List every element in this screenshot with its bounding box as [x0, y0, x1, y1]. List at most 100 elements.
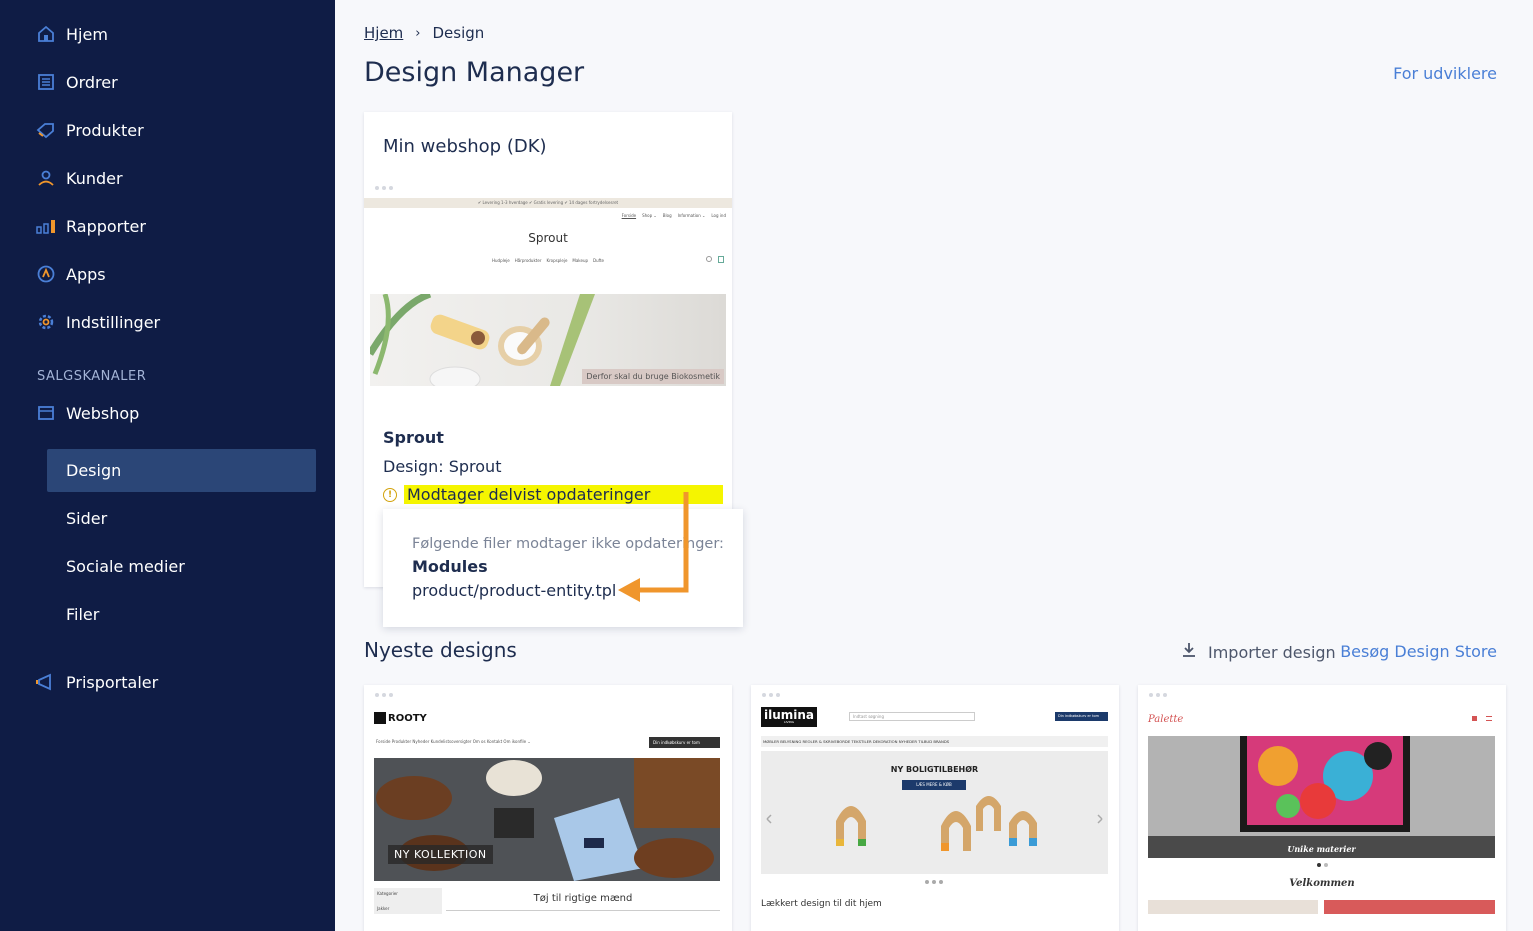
store-icon — [36, 403, 56, 423]
sidebar-item-label: Apps — [66, 264, 106, 284]
breadcrumb: Hjem › Design — [364, 24, 484, 42]
sidebar-item-label: Hjem — [66, 24, 108, 44]
section-label-salgskanaler: SALGSKANALER — [37, 369, 147, 384]
rooty-badge: NY KOLLEKTION — [388, 845, 493, 864]
tag-icon — [36, 120, 56, 140]
rooty-nav: Forside Produkter Nyheder Kundelistsover… — [376, 739, 531, 744]
sidebar-item-produkter[interactable]: Produkter — [36, 115, 144, 145]
design-label: Design: Sprout — [383, 457, 502, 476]
sidebar-item-rapporter[interactable]: Rapporter — [36, 211, 146, 241]
sidebar-item-kunder[interactable]: Kunder — [36, 163, 123, 193]
import-design-label: Importer design — [1208, 642, 1336, 662]
rooty-sidebar-head: Kategorier — [377, 891, 398, 896]
carousel-dots — [1317, 863, 1328, 867]
shop-title: Min webshop (DK) — [383, 136, 547, 157]
palette-menu-icon — [1486, 716, 1492, 721]
preview-banner: Derfor skal du bruge Biokosmetik — [370, 294, 726, 386]
design-store-link[interactable]: Besøg Design Store — [1340, 642, 1497, 661]
sidebar-subitem-design[interactable]: Design — [47, 449, 316, 492]
preview-nav-item: Forside — [621, 213, 637, 218]
breadcrumb-separator: › — [415, 25, 421, 41]
preview-nav-item: Log ind — [711, 213, 726, 218]
preview-nav-item: Information ⌄ — [677, 213, 706, 218]
home-icon — [36, 24, 56, 44]
apps-icon — [36, 264, 56, 284]
rooty-logo-mark — [374, 712, 386, 724]
breadcrumb-current: Design — [432, 24, 485, 42]
breadcrumb-home-link[interactable]: Hjem — [364, 24, 403, 42]
chart-icon — [36, 216, 56, 236]
sidebar-item-label: Webshop — [66, 403, 140, 423]
megaphone-icon — [36, 672, 56, 692]
sidebar-item-label: Rapporter — [66, 216, 146, 236]
sidebar-item-apps[interactable]: Apps — [36, 259, 106, 289]
ilumina-tagline: Lækkert design til dit hjem — [761, 899, 882, 909]
preview-logo: Sprout — [528, 231, 568, 245]
window-dots — [762, 693, 780, 697]
design-preview[interactable]: ✔ Levering 1-3 hverdage ✔ Gratis leverin… — [364, 180, 732, 400]
preview-category: Hårprodukter — [514, 258, 542, 263]
annotation-arrow — [618, 492, 689, 602]
rooty-sidebar-item: Jakker — [377, 906, 390, 911]
preview-search-icon — [706, 256, 712, 262]
gear-icon — [36, 312, 56, 332]
design-thumb-palette[interactable]: Palette Unike materier Velkommen — [1138, 685, 1506, 931]
for-udviklere-link[interactable]: For udviklere — [1393, 64, 1497, 83]
sidebar-item-indstillinger[interactable]: Indstillinger — [36, 307, 160, 337]
preview-bag-icon — [718, 256, 724, 263]
preview-category: Kropspleje — [546, 258, 568, 263]
preview-category: Dufte — [593, 258, 605, 263]
sidebar: Hjem Ordrer Produkter Kunder Rapporter A… — [0, 0, 335, 931]
rooty-hero: NY KOLLEKTION — [374, 758, 720, 881]
theme-name: Sprout — [383, 428, 444, 447]
page-title: Design Manager — [364, 57, 585, 88]
banner-caption: Derfor skal du bruge Biokosmetik — [582, 369, 724, 384]
sidebar-subitem-sociale-medier[interactable]: Sociale medier — [47, 545, 316, 588]
ilumina-logo: ilumina LIVING — [761, 707, 817, 727]
sidebar-subitem-label: Sider — [66, 509, 108, 528]
rooty-tagline: Tøj til rigtige mænd — [446, 893, 720, 911]
sidebar-item-ordrer[interactable]: Ordrer — [36, 67, 118, 97]
sidebar-item-hjem[interactable]: Hjem — [36, 19, 108, 49]
preview-categories: Hudpleje Hårprodukter Kropspleje Makeup … — [364, 258, 732, 263]
carousel-dots — [925, 880, 943, 884]
sidebar-item-label: Indstillinger — [66, 312, 161, 332]
ilumina-logo-text: ilumina — [763, 708, 815, 722]
design-thumb-ilumina[interactable]: ilumina LIVING Indtast søgning Din indkø… — [751, 685, 1119, 931]
sidebar-subitem-sider[interactable]: Sider — [47, 497, 316, 540]
sidebar-item-label: Kunder — [66, 168, 123, 188]
ilumina-cart: Din indkøbskurv er tom — [1055, 712, 1108, 721]
window-dots — [375, 693, 393, 697]
sidebar-subitem-label: Filer — [66, 605, 100, 624]
window-dots — [1149, 693, 1167, 697]
palette-hero-illustration — [1148, 736, 1495, 858]
sidebar-subitem-label: Sociale medier — [66, 557, 185, 576]
preview-nav: Forside Shop ⌄ Blog Information ⌄ Log in… — [622, 213, 726, 218]
import-design-button[interactable]: Importer design — [1182, 642, 1336, 662]
warning-icon: ! — [383, 487, 397, 502]
palette-logo: Palette — [1148, 714, 1184, 725]
preview-nav-item: Shop ⌄ — [642, 213, 657, 218]
preview-nav-item: Blog — [662, 213, 672, 218]
preview-topbar: ✔ Levering 1-3 hverdage ✔ Gratis leverin… — [364, 198, 732, 208]
orders-icon — [36, 72, 56, 92]
ilumina-nav: MØBLER BELYSNING REOLER & SKRIVEBORDE TE… — [761, 736, 1108, 747]
sidebar-item-label: Produkter — [66, 120, 144, 140]
preview-category: Hudpleje — [491, 258, 510, 263]
window-dots — [375, 186, 393, 190]
sidebar-item-prisportaler[interactable]: Prisportaler — [36, 667, 158, 697]
palette-tagline: Velkommen — [1289, 878, 1355, 889]
ilumina-hero-illustration — [766, 796, 1103, 851]
rooty-sidebar: Kategorier Jakker — [374, 888, 442, 914]
palette-cart-icon — [1472, 716, 1477, 721]
popover-heading: Modules — [412, 557, 488, 576]
sidebar-subitem-filer[interactable]: Filer — [47, 593, 316, 636]
newest-designs-title: Nyeste designs — [364, 638, 517, 662]
palette-strip-right — [1324, 900, 1495, 914]
sidebar-item-label: Prisportaler — [66, 672, 159, 692]
ilumina-hero: NY BOLIGTILBEHØR LÆS MERE & KØB — [761, 751, 1108, 874]
design-thumb-rooty[interactable]: ROOTY Forside Produkter Nyheder Kundelis… — [364, 685, 732, 931]
rooty-logo-text: ROOTY — [388, 712, 427, 724]
user-icon — [36, 168, 56, 188]
sidebar-item-webshop[interactable]: Webshop — [36, 398, 139, 428]
